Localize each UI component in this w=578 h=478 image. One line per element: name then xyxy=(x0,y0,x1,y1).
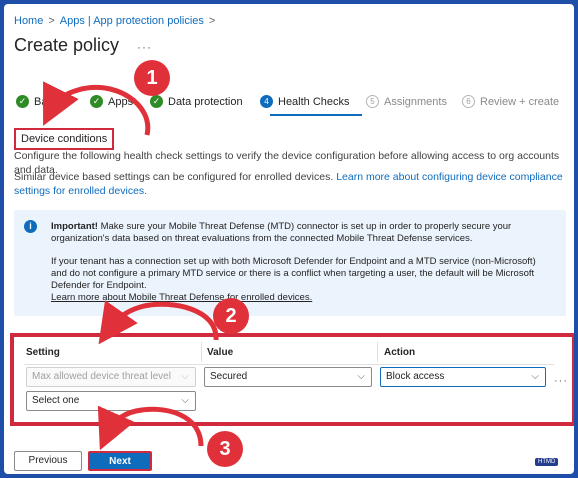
annotation-badge-2: 2 xyxy=(213,298,249,334)
annotation-badge-1: 1 xyxy=(134,60,170,96)
annotation-arrow-1 xyxy=(43,81,151,136)
annotation-arrow-3 xyxy=(97,405,204,451)
app-window: Home > Apps | App protection policies > … xyxy=(4,4,574,474)
annotation-arrows xyxy=(43,81,219,451)
watermark-logo: HTMD xyxy=(535,458,559,466)
annotation-arrow-2 xyxy=(98,300,219,345)
annotation-badge-3: 3 xyxy=(207,431,243,467)
